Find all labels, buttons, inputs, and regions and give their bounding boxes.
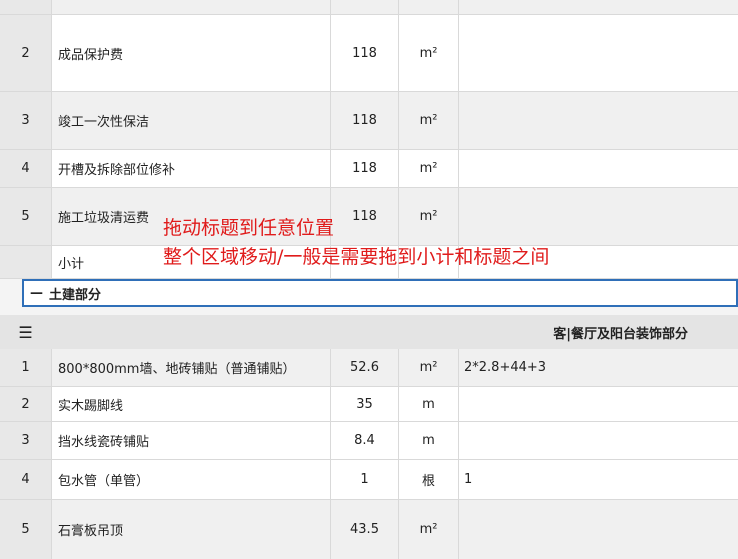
item-name[interactable]: 包水管（单管）: [51, 460, 330, 499]
item-name[interactable]: 实木踢脚线: [51, 387, 330, 421]
table-row[interactable]: 4 开槽及拆除部位修补 118 m²: [0, 150, 738, 188]
item-note[interactable]: [458, 500, 738, 559]
item-quantity[interactable]: 8.4: [330, 422, 398, 459]
item-quantity[interactable]: 118: [330, 188, 398, 245]
item-quantity[interactable]: 43.5: [330, 500, 398, 559]
draggable-section-title[interactable]: — 土建部分: [22, 279, 738, 307]
item-unit[interactable]: m²: [398, 188, 458, 245]
table-row[interactable]: 5 石膏板吊顶 43.5 m²: [0, 500, 738, 559]
row-number: 4: [21, 161, 30, 176]
row-number: 2: [21, 45, 30, 61]
group-title: 客|餐厅及阳台装饰部分: [553, 326, 688, 342]
item-unit[interactable]: m²: [398, 92, 458, 149]
row-number: 3: [21, 113, 30, 128]
item-quantity[interactable]: 118: [330, 15, 398, 91]
table-row: [0, 0, 738, 15]
item-name[interactable]: 竣工一次性保洁: [51, 92, 330, 149]
item-name[interactable]: 800*800mm墙、地砖铺贴（普通铺贴）: [51, 349, 330, 386]
row-number: 1: [21, 360, 30, 375]
item-note[interactable]: [458, 188, 738, 245]
row-gutter: [0, 246, 51, 278]
table-row[interactable]: 3 竣工一次性保洁 118 m²: [0, 92, 738, 150]
item-unit[interactable]: m²: [398, 349, 458, 386]
name-cell: [51, 0, 330, 14]
row-number: 4: [21, 472, 30, 487]
item-note[interactable]: [458, 387, 738, 421]
item-note[interactable]: 2*2.8+44+3: [458, 349, 738, 386]
section-title-label: 土建部分: [49, 287, 102, 303]
item-note[interactable]: [458, 150, 738, 187]
table-row[interactable]: 4 包水管（单管） 1 根 1: [0, 460, 738, 500]
row-number: 3: [21, 433, 30, 448]
table-row[interactable]: 3 挡水线瓷砖铺贴 8.4 m: [0, 422, 738, 460]
item-unit[interactable]: m²: [398, 150, 458, 187]
item-unit[interactable]: 根: [398, 460, 458, 499]
item-unit[interactable]: m: [398, 422, 458, 459]
group-header: ☰ 客|餐厅及阳台装饰部分: [0, 315, 738, 349]
annotation-line-1: 拖动标题到任意位置: [163, 217, 335, 239]
item-name[interactable]: 挡水线瓷砖铺贴: [51, 422, 330, 459]
collapse-icon[interactable]: —: [30, 286, 43, 301]
row-gutter: [0, 0, 51, 14]
item-unit[interactable]: m²: [398, 500, 458, 559]
table-row[interactable]: 1 800*800mm墙、地砖铺贴（普通铺贴） 52.6 m² 2*2.8+44…: [0, 349, 738, 387]
qty-cell: [330, 0, 398, 14]
item-quantity[interactable]: 118: [330, 92, 398, 149]
item-note[interactable]: [458, 92, 738, 149]
item-note[interactable]: 1: [458, 460, 738, 499]
row-number: 2: [21, 396, 30, 412]
item-name[interactable]: 石膏板吊顶: [51, 500, 330, 559]
table-row[interactable]: 5 施工垃圾清运费 118 m²: [0, 188, 738, 246]
drag-indicator: [46, 305, 130, 307]
item-quantity[interactable]: 118: [330, 150, 398, 187]
note-cell: [458, 0, 738, 14]
unit-cell: [398, 0, 458, 14]
item-note[interactable]: [458, 422, 738, 459]
item-quantity[interactable]: 1: [330, 460, 398, 499]
row-number: 5: [21, 209, 30, 224]
item-quantity[interactable]: 35: [330, 387, 398, 421]
table-row[interactable]: 2 成品保护费 118 m²: [0, 15, 738, 92]
item-unit[interactable]: m²: [398, 15, 458, 91]
row-number: 5: [21, 522, 30, 537]
item-quantity[interactable]: 52.6: [330, 349, 398, 386]
item-unit[interactable]: m: [398, 387, 458, 421]
menu-icon[interactable]: ☰: [0, 315, 51, 349]
item-note[interactable]: [458, 15, 738, 91]
annotation-line-2: 整个区域移动/一般是需要拖到小计和标题之间: [163, 246, 550, 268]
item-name[interactable]: 成品保护费: [51, 15, 330, 91]
table-row[interactable]: 2 实木踢脚线 35 m: [0, 387, 738, 422]
item-name[interactable]: 开槽及拆除部位修补: [51, 150, 330, 187]
